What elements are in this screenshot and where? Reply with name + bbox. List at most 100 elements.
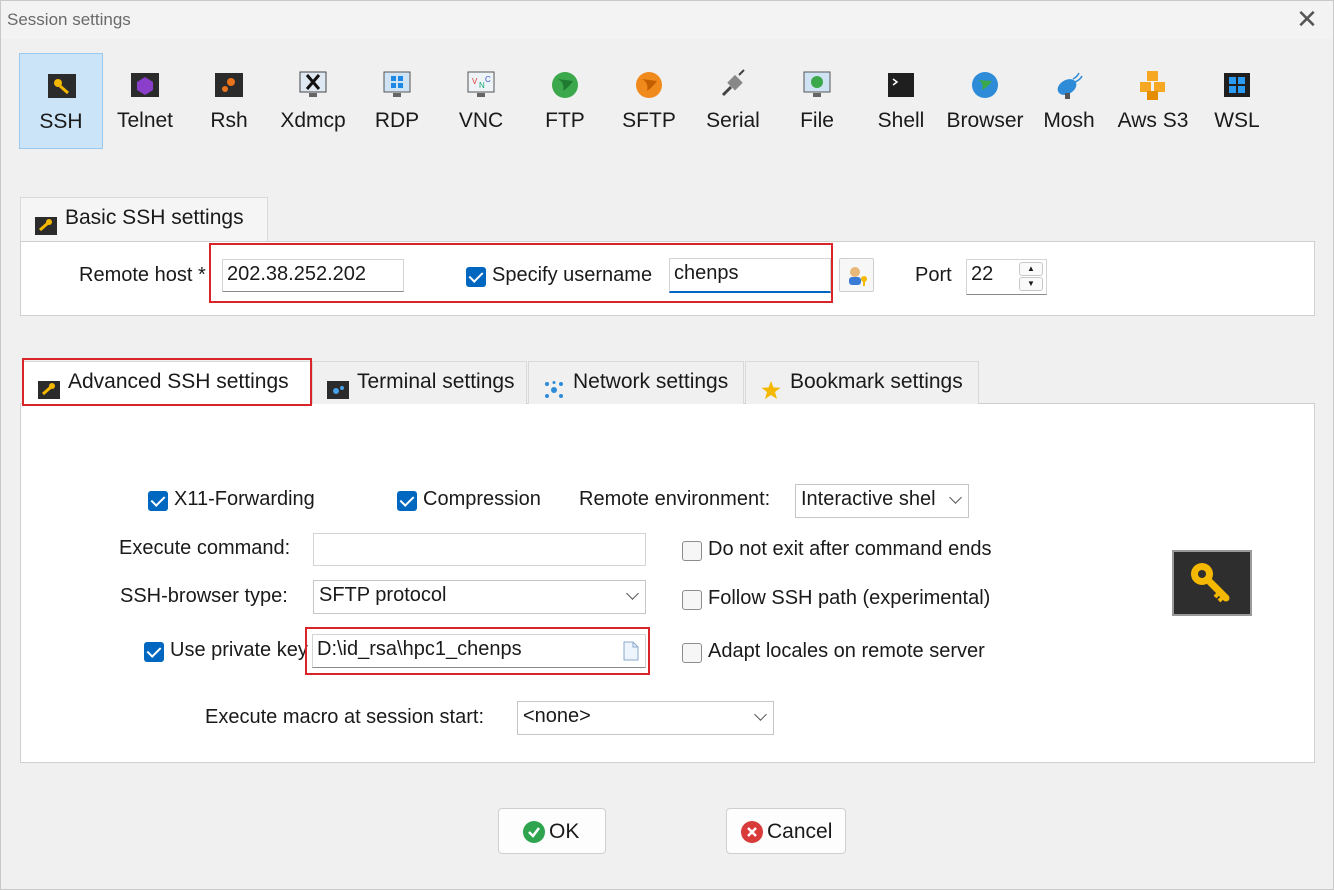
- session-type-label: Mosh: [1043, 109, 1095, 132]
- session-type-label: SFTP: [622, 109, 676, 132]
- tab-label: Advanced SSH settings: [68, 370, 289, 393]
- ssh-browser-type-label: SSH-browser type:: [120, 585, 288, 607]
- session-type-ssh[interactable]: SSH: [19, 53, 103, 149]
- user-key-icon: [847, 265, 869, 292]
- session-type-label: File: [800, 109, 834, 132]
- tab-network-settings[interactable]: Network settings: [528, 361, 744, 404]
- session-type-label: RDP: [374, 109, 420, 132]
- session-type-label: Xdmcp: [280, 109, 346, 132]
- ok-button[interactable]: OK: [498, 808, 606, 854]
- follow-ssh-path-label: Follow SSH path (experimental): [708, 587, 991, 609]
- execute-macro-label: Execute macro at session start:: [205, 706, 485, 728]
- wrench-icon: [35, 209, 57, 235]
- ssh-browser-type-select[interactable]: SFTP protocol: [313, 580, 646, 614]
- aws-cubes-icon: [1137, 69, 1169, 101]
- use-private-key-checkbox[interactable]: [144, 642, 164, 662]
- star-icon: [760, 373, 782, 399]
- session-type-label: SSH: [39, 110, 83, 133]
- session-type-aws-s3[interactable]: Aws S3: [1111, 53, 1195, 149]
- private-key-path-value: D:\id_rsa\hpc1_chenps: [317, 638, 522, 660]
- use-private-key-label: Use private key: [170, 639, 308, 661]
- serial-plug-icon: [717, 69, 749, 101]
- session-type-label: Shell: [877, 109, 925, 132]
- session-type-xdmcp[interactable]: Xdmcp: [271, 53, 355, 149]
- ok-label: OK: [549, 820, 580, 843]
- tab-label: Network settings: [573, 370, 729, 393]
- tab-advanced-ssh-settings[interactable]: Advanced SSH settings: [23, 361, 311, 404]
- specify-username-label: Specify username: [492, 264, 653, 286]
- session-type-label: Telnet: [116, 109, 174, 132]
- telnet-icon: [129, 69, 161, 101]
- adapt-locales-checkbox[interactable]: [682, 643, 702, 663]
- session-type-label: WSL: [1214, 109, 1260, 132]
- svg-text:V: V: [472, 77, 478, 86]
- remote-host-input[interactable]: 202.38.252.202: [222, 259, 404, 292]
- cancel-label: Cancel: [767, 820, 833, 843]
- shell-terminal-icon: [885, 69, 917, 101]
- follow-ssh-path-checkbox[interactable]: [682, 590, 702, 610]
- execute-macro-value: <none>: [523, 705, 591, 727]
- chevron-down-icon: [754, 708, 767, 721]
- no-exit-label: Do not exit after command ends: [708, 538, 992, 560]
- vnc-icon: VNC: [465, 69, 497, 101]
- remote-environment-select[interactable]: Interactive shel: [795, 484, 969, 518]
- chevron-down-icon: [626, 587, 639, 600]
- tab-bookmark-settings[interactable]: Bookmark settings: [745, 361, 979, 404]
- execute-command-input[interactable]: [313, 533, 646, 566]
- key-icon: [46, 70, 78, 102]
- tab-label: Bookmark settings: [790, 370, 963, 393]
- x11-forwarding-checkbox[interactable]: [148, 491, 168, 511]
- execute-macro-select[interactable]: <none>: [517, 701, 774, 735]
- compression-checkbox[interactable]: [397, 491, 417, 511]
- session-type-mosh[interactable]: Mosh: [1027, 53, 1111, 149]
- sftp-globe-icon: [633, 69, 665, 101]
- session-type-rdp[interactable]: RDP: [355, 53, 439, 149]
- tab-label: Terminal settings: [357, 370, 515, 393]
- windows-logo-icon: [1221, 69, 1253, 101]
- user-manager-button[interactable]: [839, 258, 874, 292]
- title-bar: Session settings ✕: [1, 1, 1333, 39]
- session-type-label: FTP: [545, 109, 585, 132]
- xdmcp-icon: [297, 69, 329, 101]
- session-type-ftp[interactable]: FTP: [523, 53, 607, 149]
- session-type-label: Serial: [706, 109, 760, 132]
- tab-terminal-settings[interactable]: Terminal settings: [312, 361, 527, 404]
- svg-text:C: C: [485, 75, 491, 84]
- session-type-rsh[interactable]: Rsh: [187, 53, 271, 149]
- port-label: Port: [915, 264, 952, 286]
- tab-basic-ssh-settings[interactable]: Basic SSH settings: [20, 197, 268, 243]
- mosh-satellite-icon: [1053, 69, 1085, 101]
- session-type-label: VNC: [458, 109, 504, 132]
- private-key-path-input[interactable]: D:\id_rsa\hpc1_chenps: [312, 634, 646, 668]
- x11-forwarding-label: X11-Forwarding: [174, 488, 315, 510]
- no-exit-checkbox[interactable]: [682, 541, 702, 561]
- basic-settings-panel: Remote host * 202.38.252.202 Specify use…: [20, 241, 1315, 316]
- advanced-settings-panel: X11-Forwarding Compression Remote enviro…: [20, 403, 1315, 763]
- file-browse-icon[interactable]: [623, 641, 639, 667]
- session-type-serial[interactable]: Serial: [691, 53, 775, 149]
- network-icon: [543, 373, 565, 398]
- port-spinner[interactable]: ▲ ▼: [1019, 262, 1043, 292]
- chevron-down-icon: [949, 491, 962, 504]
- file-monitor-icon: [801, 69, 833, 101]
- rsh-icon: [213, 69, 245, 101]
- terminal-settings-icon: [327, 373, 349, 399]
- session-type-sftp[interactable]: SFTP: [607, 53, 691, 149]
- check-circle-icon: [523, 821, 545, 843]
- tab-label: Basic SSH settings: [65, 206, 244, 229]
- specify-username-checkbox[interactable]: [466, 267, 486, 287]
- spin-down-icon[interactable]: ▼: [1019, 277, 1043, 291]
- session-type-label: Rsh: [210, 109, 248, 132]
- remote-environment-label: Remote environment:: [579, 488, 771, 510]
- session-type-telnet[interactable]: Telnet: [103, 53, 187, 149]
- session-type-shell[interactable]: Shell: [859, 53, 943, 149]
- close-icon[interactable]: ✕: [1295, 6, 1319, 32]
- session-type-vnc[interactable]: V N C VNC: [439, 53, 523, 149]
- ssh-browser-type-value: SFTP protocol: [319, 584, 447, 606]
- spin-up-icon[interactable]: ▲: [1019, 262, 1043, 276]
- username-input[interactable]: chenps: [669, 258, 831, 293]
- session-type-browser[interactable]: Browser: [943, 53, 1027, 149]
- session-type-file[interactable]: File: [775, 53, 859, 149]
- session-type-wsl[interactable]: WSL: [1195, 53, 1279, 149]
- cancel-button[interactable]: Cancel: [726, 808, 846, 854]
